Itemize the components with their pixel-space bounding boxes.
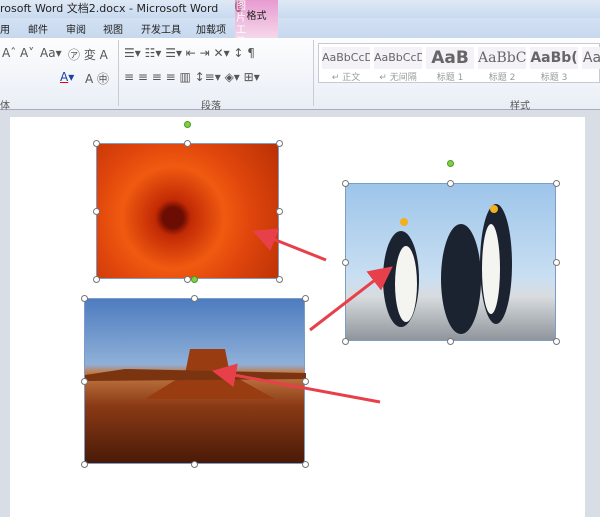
arrow-to-penguins [309,266,393,332]
arrow-to-flower [252,228,327,262]
annotation-arrows [212,228,393,404]
arrow-to-desert [212,363,381,404]
